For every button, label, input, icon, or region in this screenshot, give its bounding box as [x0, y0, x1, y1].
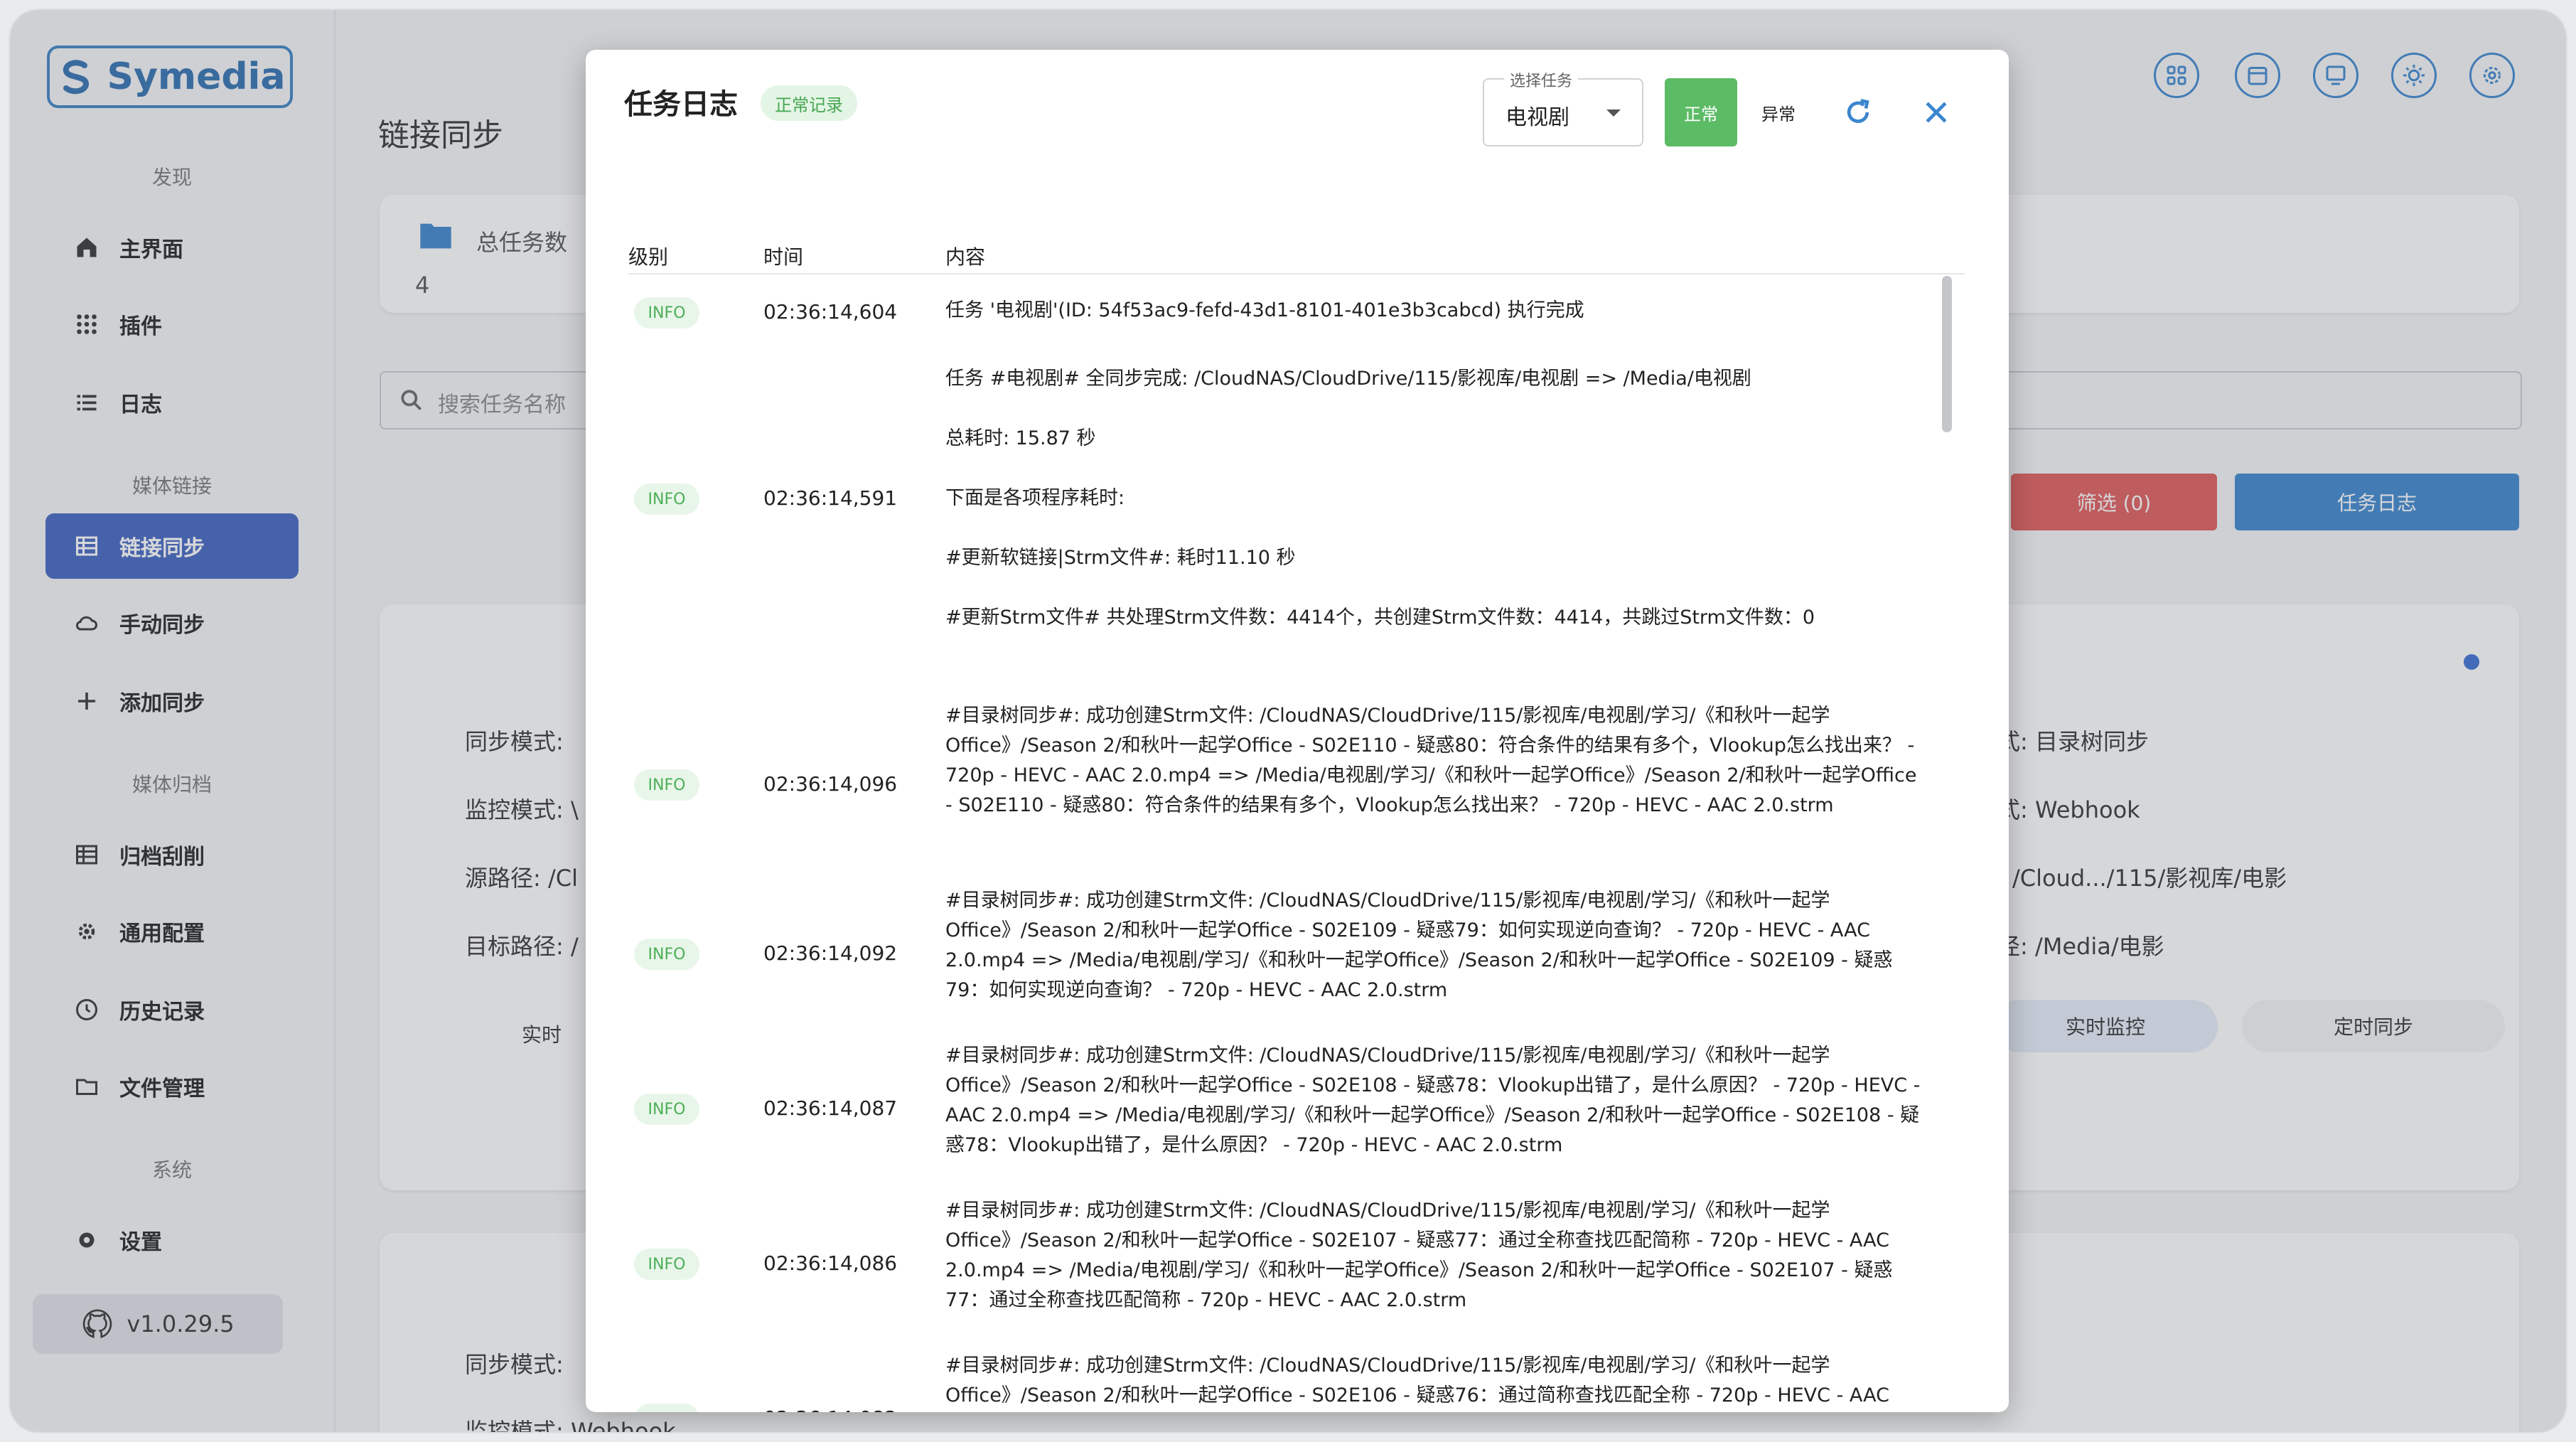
log-content: #目录树同步#: 成功创建Strm文件: /CloudNAS/CloudDriv…: [945, 1196, 1923, 1345]
normal-filter-button[interactable]: 正常: [1665, 78, 1737, 146]
log-content: 任务 '电视剧'(ID: 54f53ac9-fefd-43d1-8101-401…: [945, 296, 1923, 356]
refresh-button[interactable]: [1838, 92, 1878, 132]
log-content: 任务 #电视剧# 全同步完成: /CloudNAS/CloudDrive/115…: [945, 364, 1923, 663]
log-line: #更新软链接|Strm文件#: 耗时11.10 秒: [945, 547, 1296, 569]
log-line: 总耗时: 15.87 秒: [945, 427, 1096, 449]
log-content: #目录树同步#: 成功创建Strm文件: /CloudNAS/CloudDriv…: [945, 1041, 1923, 1190]
status-badge: 正常记录: [761, 85, 857, 121]
log-line: 任务 #电视剧# 全同步完成: /CloudNAS/CloudDrive/115…: [945, 368, 1751, 390]
log-time: 02:36:14,086: [763, 1251, 898, 1275]
task-select-value: 电视剧: [1506, 105, 1569, 130]
log-content: #目录树同步#: 成功创建Strm文件: /CloudNAS/CloudDriv…: [945, 1351, 1923, 1412]
close-icon: [1926, 102, 1947, 123]
level-badge: INFO: [634, 1404, 699, 1412]
column-header-content: 内容: [945, 245, 986, 269]
log-line: #目录树同步#: 成功创建Strm文件: /CloudNAS/CloudDriv…: [945, 1045, 1921, 1156]
log-line: #更新Strm文件# 共处理Strm文件数：4414个，共创建Strm文件数：4…: [945, 607, 1815, 629]
abnormal-filter-label: 异常: [1761, 104, 1796, 124]
log-time: 02:36:14,591: [763, 486, 898, 510]
app-window: Symedia 发现 主界面 插件 日志 媒体链接 链接同步 手动同步 添加同步…: [10, 10, 2566, 1432]
close-button[interactable]: [1916, 92, 1956, 132]
log-line: #目录树同步#: 成功创建Strm文件: /CloudNAS/CloudDriv…: [945, 890, 1893, 1001]
log-line: #目录树同步#: 成功创建Strm文件: /CloudNAS/CloudDriv…: [945, 1355, 1889, 1406]
refresh-icon: [1847, 99, 1869, 123]
level-badge: INFO: [634, 297, 699, 329]
log-list[interactable]: INFO 02:36:14,604 任务 '电视剧'(ID: 54f53ac9-…: [586, 276, 2009, 1412]
task-log-dialog: 任务日志 正常记录 选择任务 电视剧 正常 异常 级别 时间 内容 INFO 0…: [586, 50, 2009, 1412]
log-content: #目录树同步#: 成功创建Strm文件: /CloudNAS/CloudDriv…: [945, 886, 1923, 1035]
task-select[interactable]: 选择任务 电视剧: [1483, 68, 1643, 146]
log-time: 02:36:14,087: [763, 1096, 898, 1120]
log-time: 02:36:14,092: [763, 941, 898, 965]
abnormal-filter-button[interactable]: 异常: [1744, 78, 1813, 146]
log-time: 02:36:14,082: [763, 1406, 897, 1412]
log-line: 任务 '电视剧'(ID: 54f53ac9-fefd-43d1-8101-401…: [945, 299, 1584, 321]
column-header-level: 级别: [628, 245, 669, 269]
log-line: #目录树同步#: 成功创建Strm文件: /CloudNAS/CloudDriv…: [945, 1200, 1893, 1311]
task-select-label: 选择任务: [1504, 68, 1579, 91]
level-badge: INFO: [634, 1249, 699, 1280]
dialog-title: 任务日志: [624, 88, 738, 121]
log-time: 02:36:14,604: [763, 300, 898, 324]
log-line: 下面是各项程序耗时:: [945, 487, 1125, 509]
log-scrollbar[interactable]: [1942, 276, 1952, 432]
normal-filter-label: 正常: [1684, 104, 1718, 124]
level-badge: INFO: [634, 769, 699, 801]
log-content: #目录树同步#: 成功创建Strm文件: /CloudNAS/CloudDriv…: [945, 701, 1923, 850]
header-divider: [628, 273, 1965, 274]
column-header-time: 时间: [763, 245, 804, 269]
level-badge: INFO: [634, 1094, 699, 1125]
level-badge: INFO: [634, 939, 699, 970]
chevron-down-icon: [1606, 110, 1621, 117]
level-badge: INFO: [634, 484, 699, 515]
log-time: 02:36:14,096: [763, 772, 898, 796]
log-line: #目录树同步#: 成功创建Strm文件: /CloudNAS/CloudDriv…: [945, 705, 1917, 816]
